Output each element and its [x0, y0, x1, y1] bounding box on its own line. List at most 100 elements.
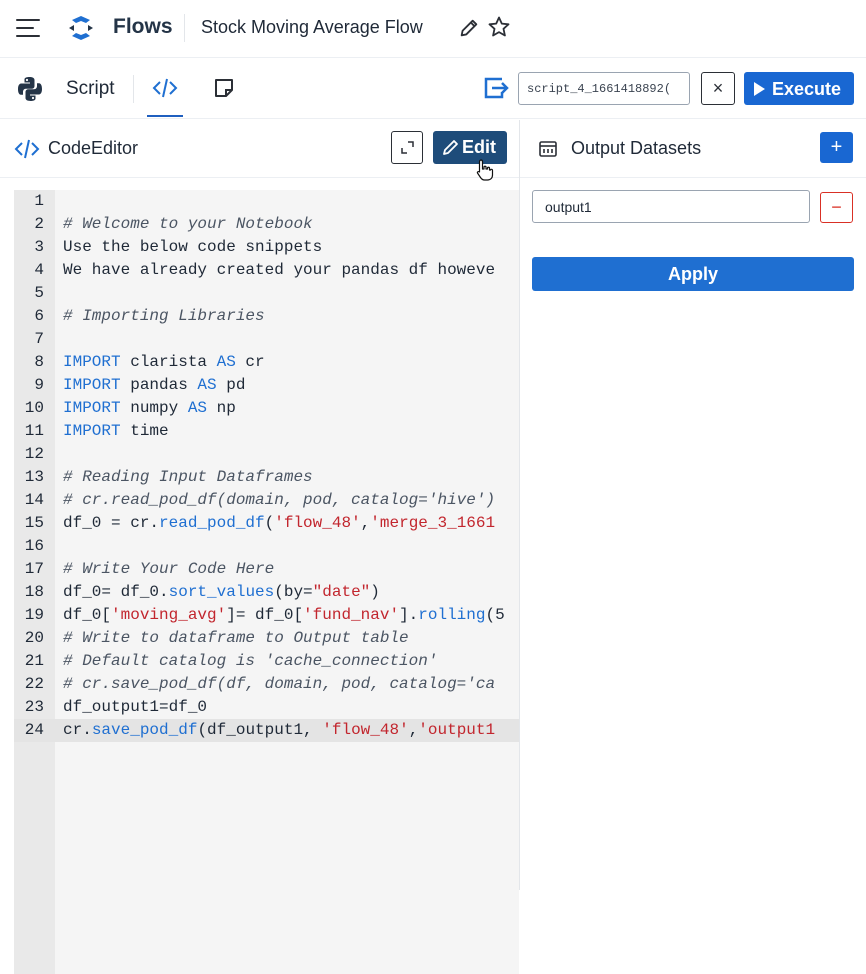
code-line[interactable]: 11 IMPORT time [14, 420, 519, 443]
code-icon [152, 78, 178, 98]
code-line[interactable]: 5 [14, 282, 519, 305]
code-token: # Importing Libraries [63, 307, 265, 325]
code-token: ( [264, 514, 275, 532]
remove-dataset-button[interactable]: − [820, 192, 853, 223]
play-icon [754, 82, 765, 96]
execute-button[interactable]: Execute [744, 72, 854, 105]
code-line[interactable]: 15 df_0 = cr.read_pod_df('flow_48','merge… [14, 512, 519, 535]
edit-button[interactable]: Edit [433, 131, 507, 164]
code-line-text: # Welcome to your Notebook [63, 213, 313, 236]
code-token: (by= [274, 583, 313, 601]
code-token: IMPORT [63, 422, 121, 440]
line-number: 12 [24, 445, 44, 463]
line-number: 16 [24, 537, 44, 555]
code-area[interactable]: 1 2 # Welcome to your Notebook 3 Use the bel… [14, 190, 519, 974]
code-line[interactable]: 24 cr.save_pod_df(df_output1, 'flow_48','… [14, 719, 519, 742]
code-token: # Welcome to your Notebook [63, 215, 313, 233]
code-line[interactable]: 20 # Write to dataframe to Output table [14, 627, 519, 650]
python-icon [18, 77, 42, 101]
pencil-icon [443, 140, 458, 155]
code-token: (5 [485, 606, 505, 624]
code-token: AS [187, 399, 208, 417]
code-line[interactable]: 17 # Write Your Code Here [14, 558, 519, 581]
code-line[interactable]: 7 [14, 328, 519, 351]
code-token: , [360, 514, 371, 532]
line-number: 22 [24, 675, 44, 693]
code-line[interactable]: 9 IMPORT pandas AS pd [14, 374, 519, 397]
line-number: 20 [24, 629, 44, 647]
export-icon[interactable] [482, 75, 510, 101]
line-number: 11 [24, 422, 44, 440]
line-number: 24 [24, 721, 44, 739]
code-line-text: # Reading Input Dataframes [63, 466, 313, 489]
code-token: read_pod_df [159, 514, 265, 532]
top-header: Flows Stock Moving Average Flow [0, 0, 866, 58]
expand-button[interactable] [391, 131, 423, 164]
code-editor-title: CodeEditor [48, 138, 139, 158]
code-line[interactable]: 14 # cr.read_pod_df(domain, pod, catalog=… [14, 489, 519, 512]
code-line-text: # Write Your Code Here [63, 558, 274, 581]
dataset-icon [539, 141, 557, 157]
code-line-text: df_0= df_0.sort_values(by="date") [63, 581, 380, 604]
clear-button[interactable]: × [701, 72, 735, 105]
code-line[interactable]: 10 IMPORT numpy AS np [14, 397, 519, 420]
code-token: # Default catalog is 'cache_connection' [63, 652, 438, 670]
output-dataset-input[interactable] [532, 190, 810, 223]
code-line[interactable]: 4 We have already created your pandas df … [14, 259, 519, 282]
header-divider [184, 14, 185, 42]
line-number: 5 [34, 284, 44, 302]
expand-icon [401, 141, 414, 154]
code-line[interactable]: 21 # Default catalog is 'cache_connection… [14, 650, 519, 673]
code-token: IMPORT [63, 376, 121, 394]
hand-cursor-icon [476, 159, 494, 181]
code-line[interactable]: 1 [14, 190, 519, 213]
line-number: 13 [24, 468, 44, 486]
app-title[interactable]: Flows [113, 15, 173, 39]
code-line[interactable]: 18 df_0= df_0.sort_values(by="date") [14, 581, 519, 604]
code-token: 'moving_avg' [111, 606, 227, 624]
code-line[interactable]: 8 IMPORT clarista AS cr [14, 351, 519, 374]
line-number: 2 [34, 215, 44, 233]
hamburger-menu-icon[interactable] [14, 14, 42, 42]
code-line[interactable]: 22 # cr.save_pod_df(df, domain, pod, cata… [14, 673, 519, 696]
edit-label: Edit [462, 137, 496, 157]
note-icon[interactable] [213, 77, 235, 99]
star-icon[interactable] [487, 15, 511, 39]
line-number: 9 [34, 376, 44, 394]
code-line[interactable]: 16 [14, 535, 519, 558]
code-line[interactable]: 19 df_0['moving_avg']= df_0['fund_nav'].r… [14, 604, 519, 627]
active-tab-indicator [147, 115, 183, 117]
code-token: df_0 = cr. [63, 514, 160, 532]
pencil-icon[interactable] [458, 17, 480, 39]
code-token: df_0= df_0. [63, 583, 169, 601]
output-datasets-header: Output Datasets + [520, 120, 866, 178]
tab-code[interactable] [147, 59, 183, 117]
add-dataset-button[interactable]: + [820, 132, 853, 163]
code-line[interactable]: 23 df_output1=df_0 [14, 696, 519, 719]
line-number: 7 [34, 330, 44, 348]
script-name-input[interactable] [518, 72, 690, 105]
code-token: ]. [399, 606, 419, 624]
code-token: clarista [120, 353, 217, 371]
code-token: We have already created your pandas df h… [63, 261, 496, 279]
code-line-text: df_0['moving_avg']= df_0['fund_nav'].rol… [63, 604, 505, 627]
code-token: pd [216, 376, 246, 394]
code-line[interactable]: 2 # Welcome to your Notebook [14, 213, 519, 236]
code-line-text: IMPORT clarista AS cr [63, 351, 265, 374]
script-label: Script [66, 78, 115, 99]
line-number: 17 [24, 560, 44, 578]
line-number: 4 [34, 261, 44, 279]
code-line-text: IMPORT numpy AS np [63, 397, 236, 420]
code-line[interactable]: 12 [14, 443, 519, 466]
apply-button[interactable]: Apply [532, 257, 854, 291]
code-line-text: We have already created your pandas df h… [63, 259, 495, 282]
code-line[interactable]: 3 Use the below code snippets [14, 236, 519, 259]
code-line-text: IMPORT time [63, 420, 169, 443]
code-token: # Write Your Code Here [63, 560, 275, 578]
code-token: 'fund_nav' [303, 606, 400, 624]
code-line[interactable]: 13 # Reading Input Dataframes [14, 466, 519, 489]
line-number: 21 [24, 652, 44, 670]
line-number: 18 [24, 583, 44, 601]
code-line[interactable]: 6 # Importing Libraries [14, 305, 519, 328]
code-token: numpy [120, 399, 188, 417]
